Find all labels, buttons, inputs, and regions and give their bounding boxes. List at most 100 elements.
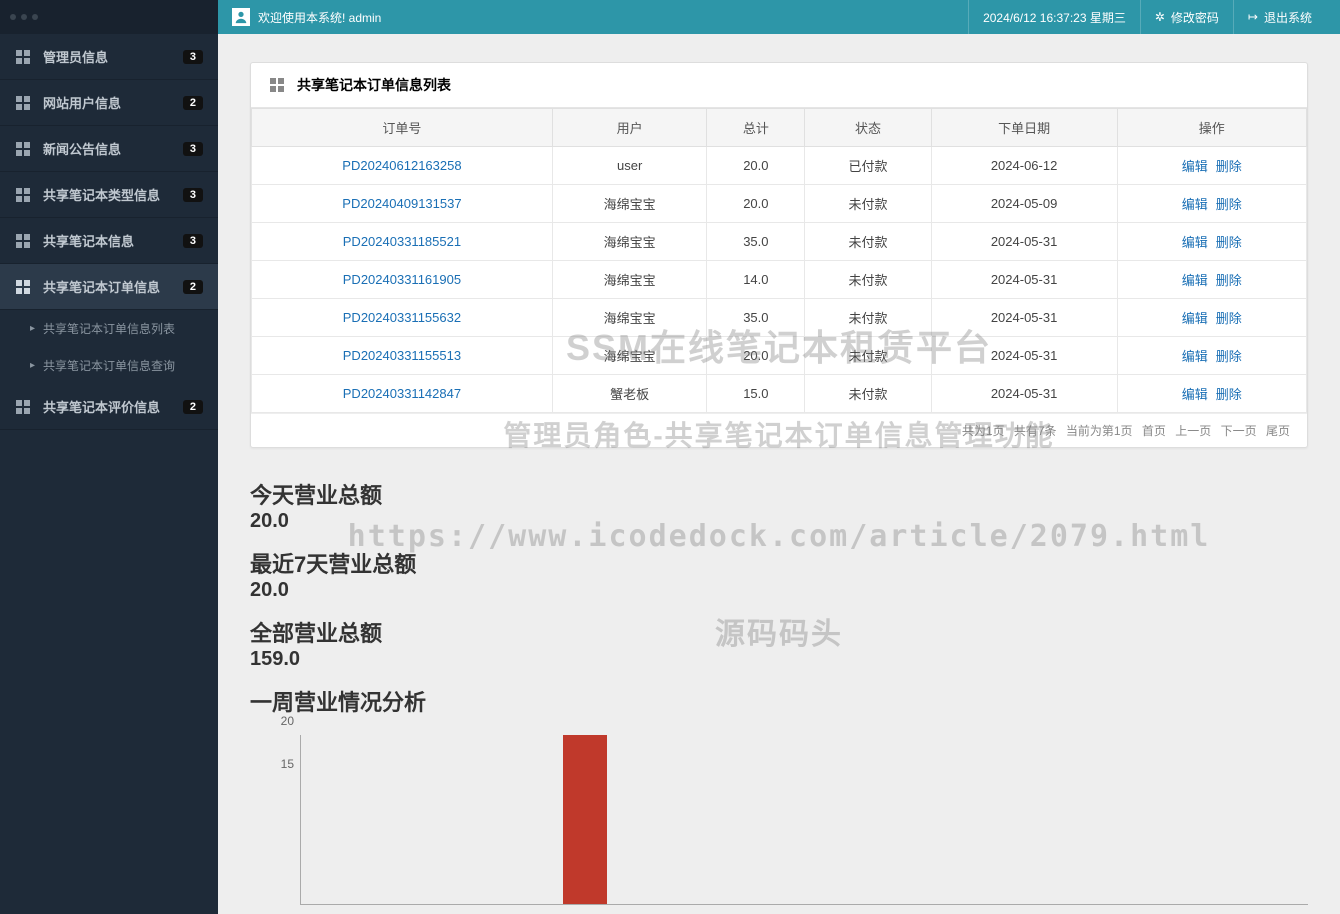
cell-user: 海绵宝宝 [552,261,707,299]
sidebar-item-laptop-type[interactable]: 共享笔记本类型信息 3 [0,172,218,218]
cell-total: 20.0 [707,337,805,375]
cell-order-id[interactable]: PD20240331161905 [252,261,553,299]
edit-link[interactable]: 编辑 [1182,235,1208,250]
cell-user: 蟹老板 [552,375,707,413]
grid-icon [15,141,31,157]
cell-actions: 编辑删除 [1117,147,1306,185]
logout-icon: ↦ [1248,10,1258,24]
edit-link[interactable]: 编辑 [1182,311,1208,326]
cell-order-id[interactable]: PD20240409131537 [252,185,553,223]
pager-prev[interactable]: 上一页 [1175,424,1211,438]
edit-link[interactable]: 编辑 [1182,349,1208,364]
cell-order-id[interactable]: PD20240331155513 [252,337,553,375]
cell-user: 海绵宝宝 [552,299,707,337]
welcome-text: 欢迎使用本系统! admin [258,9,381,26]
sidebar-item-label: 新闻公告信息 [43,139,183,158]
content-area: 共享笔记本订单信息列表 订单号 用户 总计 状态 下单日期 操作 PD20240 [218,34,1340,914]
topbar-datetime: 2024/6/12 16:37:23 星期三 [968,0,1140,34]
submenu-order-search[interactable]: ▸ 共享笔记本订单信息查询 [0,347,218,384]
edit-link[interactable]: 编辑 [1182,273,1208,288]
cell-status: 未付款 [805,375,931,413]
order-panel: 共享笔记本订单信息列表 订单号 用户 总计 状态 下单日期 操作 PD20240 [250,62,1308,448]
pager-first[interactable]: 首页 [1142,424,1166,438]
cell-date: 2024-05-31 [931,223,1117,261]
sidebar-item-label: 共享笔记本订单信息 [43,277,183,296]
sidebar-badge: 2 [183,400,203,414]
cell-date: 2024-06-12 [931,147,1117,185]
cell-actions: 编辑删除 [1117,261,1306,299]
grid-icon [15,49,31,65]
pagination: 共为1页 共有7条 当前为第1页 首页 上一页 下一页 尾页 [251,413,1307,447]
delete-link[interactable]: 删除 [1216,197,1242,212]
cell-order-id[interactable]: PD20240331155632 [252,299,553,337]
sidebar-item-label: 网站用户信息 [43,93,183,112]
grid-icon [15,95,31,111]
sidebar-item-users[interactable]: 网站用户信息 2 [0,80,218,126]
sidebar-item-admin[interactable]: 管理员信息 3 [0,34,218,80]
delete-link[interactable]: 删除 [1216,311,1242,326]
table-row: PD20240331161905海绵宝宝14.0未付款2024-05-31编辑删… [252,261,1307,299]
edit-link[interactable]: 编辑 [1182,159,1208,174]
delete-link[interactable]: 删除 [1216,273,1242,288]
all-revenue-label: 全部营业总额 [250,616,1308,648]
cell-actions: 编辑删除 [1117,337,1306,375]
grid-icon [269,77,285,93]
sidebar-badge: 2 [183,96,203,110]
logout-button[interactable]: ↦ 退出系统 [1233,0,1326,34]
cell-total: 35.0 [707,299,805,337]
table-row: PD20240331155513海绵宝宝20.0未付款2024-05-31编辑删… [252,337,1307,375]
pager-last[interactable]: 尾页 [1266,424,1290,438]
cell-status: 未付款 [805,337,931,375]
avatar-icon [232,8,250,26]
edit-link[interactable]: 编辑 [1182,197,1208,212]
sidebar-badge: 3 [183,234,203,248]
cell-order-id[interactable]: PD20240612163258 [252,147,553,185]
cell-date: 2024-05-31 [931,375,1117,413]
delete-link[interactable]: 删除 [1216,159,1242,174]
cell-date: 2024-05-09 [931,185,1117,223]
sidebar-badge: 3 [183,188,203,202]
change-password-button[interactable]: ✲ 修改密码 [1140,0,1233,34]
chart-bar [563,735,607,904]
cell-order-id[interactable]: PD20240331142847 [252,375,553,413]
table-row: PD20240612163258user20.0已付款2024-06-12编辑删… [252,147,1307,185]
cell-total: 15.0 [707,375,805,413]
edit-link[interactable]: 编辑 [1182,387,1208,402]
cell-status: 未付款 [805,185,931,223]
cell-total: 14.0 [707,261,805,299]
grid-icon [15,399,31,415]
sidebar-menu: 管理员信息 3 网站用户信息 2 新闻公告信息 3 共享笔记本类型信息 3 共享 [0,34,218,914]
col-date: 下单日期 [931,109,1117,147]
bullet-icon: ▸ [30,360,35,371]
col-total: 总计 [707,109,805,147]
sidebar-item-label: 共享笔记本信息 [43,231,183,250]
col-status: 状态 [805,109,931,147]
cell-user: 海绵宝宝 [552,185,707,223]
gear-icon: ✲ [1155,10,1165,24]
cell-total: 35.0 [707,223,805,261]
submenu-order-list[interactable]: ▸ 共享笔记本订单信息列表 [0,310,218,347]
chart-title: 一周营业情况分析 [250,685,1308,717]
submenu-label: 共享笔记本订单信息列表 [43,320,175,337]
sidebar-top-dots [0,0,218,34]
cell-date: 2024-05-31 [931,337,1117,375]
sidebar-item-reviews[interactable]: 共享笔记本评价信息 2 [0,384,218,430]
cell-user: user [552,147,707,185]
delete-link[interactable]: 删除 [1216,387,1242,402]
sidebar-item-news[interactable]: 新闻公告信息 3 [0,126,218,172]
sidebar: 管理员信息 3 网站用户信息 2 新闻公告信息 3 共享笔记本类型信息 3 共享 [0,0,218,914]
sidebar-item-orders[interactable]: 共享笔记本订单信息 2 [0,264,218,310]
pager-next[interactable]: 下一页 [1221,424,1257,438]
sidebar-item-laptop[interactable]: 共享笔记本信息 3 [0,218,218,264]
delete-link[interactable]: 删除 [1216,235,1242,250]
col-action: 操作 [1117,109,1306,147]
cell-order-id[interactable]: PD20240331185521 [252,223,553,261]
cell-date: 2024-05-31 [931,299,1117,337]
cell-total: 20.0 [707,147,805,185]
cell-total: 20.0 [707,185,805,223]
col-user: 用户 [552,109,707,147]
panel-header: 共享笔记本订单信息列表 [251,63,1307,108]
delete-link[interactable]: 删除 [1216,349,1242,364]
sidebar-item-label: 共享笔记本评价信息 [43,397,183,416]
panel-title: 共享笔记本订单信息列表 [297,75,451,95]
